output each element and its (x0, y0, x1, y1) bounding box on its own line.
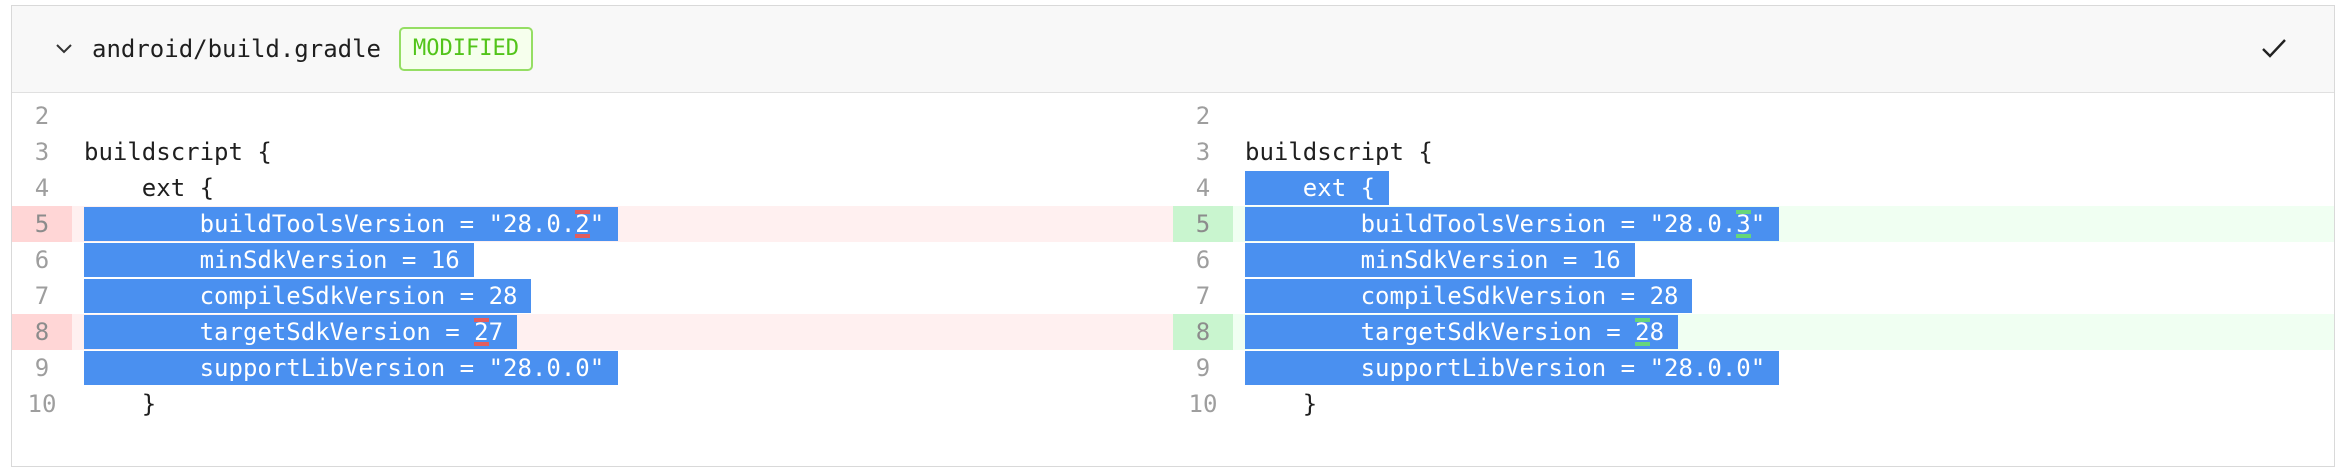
code-text: buildscript { (84, 138, 272, 166)
code-line: 6 minSdkVersion = 16 (1173, 242, 2334, 278)
added-line: 5 buildToolsVersion = "28.0.3" (1173, 206, 2334, 242)
code-line: 9 supportLibVersion = "28.0.0" (12, 350, 1173, 386)
diff-file-panel: android/build.gradle MODIFIED 2 3 builds… (11, 5, 2335, 467)
code-line: 3 buildscript { (1173, 134, 2334, 170)
line-number: 2 (1195, 102, 1211, 130)
code-text: buildscript { (1245, 138, 1433, 166)
line-number: 3 (34, 138, 50, 166)
code-line: 7 compileSdkVersion = 28 (12, 278, 1173, 314)
selected-code-text[interactable]: ext { (1245, 171, 1390, 205)
status-badge: MODIFIED (399, 27, 533, 71)
code-segment: " (1750, 210, 1766, 238)
code-segment: buildToolsVersion = "28.0. (1245, 210, 1737, 238)
selected-code-text[interactable]: supportLibVersion = "28.0.0" (1245, 351, 1780, 385)
selected-code-text[interactable]: compileSdkVersion = 28 (1245, 279, 1693, 313)
selected-code-text[interactable]: compileSdkVersion = 28 (84, 279, 532, 313)
code-segment: buildToolsVersion = "28.0. (84, 210, 576, 238)
code-segment: targetSdkVersion = (1245, 318, 1636, 346)
code-segment: " (589, 210, 605, 238)
deleted-line: 5 buildToolsVersion = "28.0.2" (12, 206, 1173, 242)
deleted-char: 2 (575, 210, 590, 238)
code-line: 4 ext { (12, 170, 1173, 206)
line-number: 10 (1188, 390, 1218, 418)
added-char: 3 (1736, 210, 1751, 238)
line-number: 6 (34, 246, 50, 274)
line-number: 8 (12, 314, 72, 350)
code-segment: 8 (1649, 318, 1665, 346)
old-version-pane: 2 3 buildscript { 4 ext { 5 buildToolsVe… (12, 98, 1173, 466)
deleted-char: 2 (474, 318, 489, 346)
line-number: 6 (1195, 246, 1211, 274)
code-text: ext { (84, 174, 215, 202)
code-line: 10 } (1173, 386, 2334, 422)
file-path[interactable]: android/build.gradle (92, 34, 381, 64)
line-number: 10 (27, 390, 57, 418)
selected-code-text[interactable]: minSdkVersion = 16 (84, 243, 474, 277)
code-text: } (1245, 390, 1318, 418)
selected-code-text[interactable]: targetSdkVersion = 28 (1245, 315, 1679, 349)
code-text: } (84, 390, 157, 418)
selected-code-text[interactable]: targetSdkVersion = 27 (84, 315, 518, 349)
line-number: 7 (1195, 282, 1211, 310)
code-line: 9 supportLibVersion = "28.0.0" (1173, 350, 2334, 386)
code-segment: 7 (488, 318, 504, 346)
line-number: 5 (12, 206, 72, 242)
code-line: 3 buildscript { (12, 134, 1173, 170)
code-line: 2 (12, 98, 1173, 134)
code-line: 10 } (12, 386, 1173, 422)
code-segment: targetSdkVersion = (84, 318, 475, 346)
code-line: 7 compileSdkVersion = 28 (1173, 278, 2334, 314)
chevron-down-icon[interactable] (49, 34, 79, 64)
selected-code-text[interactable]: supportLibVersion = "28.0.0" (84, 351, 619, 385)
line-number: 9 (1195, 354, 1211, 382)
code-line: 6 minSdkVersion = 16 (12, 242, 1173, 278)
deleted-line: 8 targetSdkVersion = 27 (12, 314, 1173, 350)
file-header: android/build.gradle MODIFIED (12, 6, 2334, 93)
line-number: 8 (1173, 314, 1233, 350)
selected-code-text[interactable]: minSdkVersion = 16 (1245, 243, 1635, 277)
added-char: 2 (1635, 318, 1650, 346)
code-line: 4 ext { (1173, 170, 2334, 206)
new-version-pane: 2 3 buildscript { 4 ext { 5 buildToolsVe… (1173, 98, 2334, 466)
line-number: 9 (34, 354, 50, 382)
added-line: 8 targetSdkVersion = 28 (1173, 314, 2334, 350)
code-line: 2 (1173, 98, 2334, 134)
line-number: 4 (1195, 174, 1211, 202)
selected-code-text[interactable]: buildToolsVersion = "28.0.3" (1245, 207, 1780, 241)
check-icon[interactable] (2259, 33, 2289, 63)
selected-code-text[interactable]: buildToolsVersion = "28.0.2" (84, 207, 619, 241)
line-number: 2 (34, 102, 50, 130)
line-number: 3 (1195, 138, 1211, 166)
line-number: 7 (34, 282, 50, 310)
line-number: 5 (1173, 206, 1233, 242)
line-number: 4 (34, 174, 50, 202)
